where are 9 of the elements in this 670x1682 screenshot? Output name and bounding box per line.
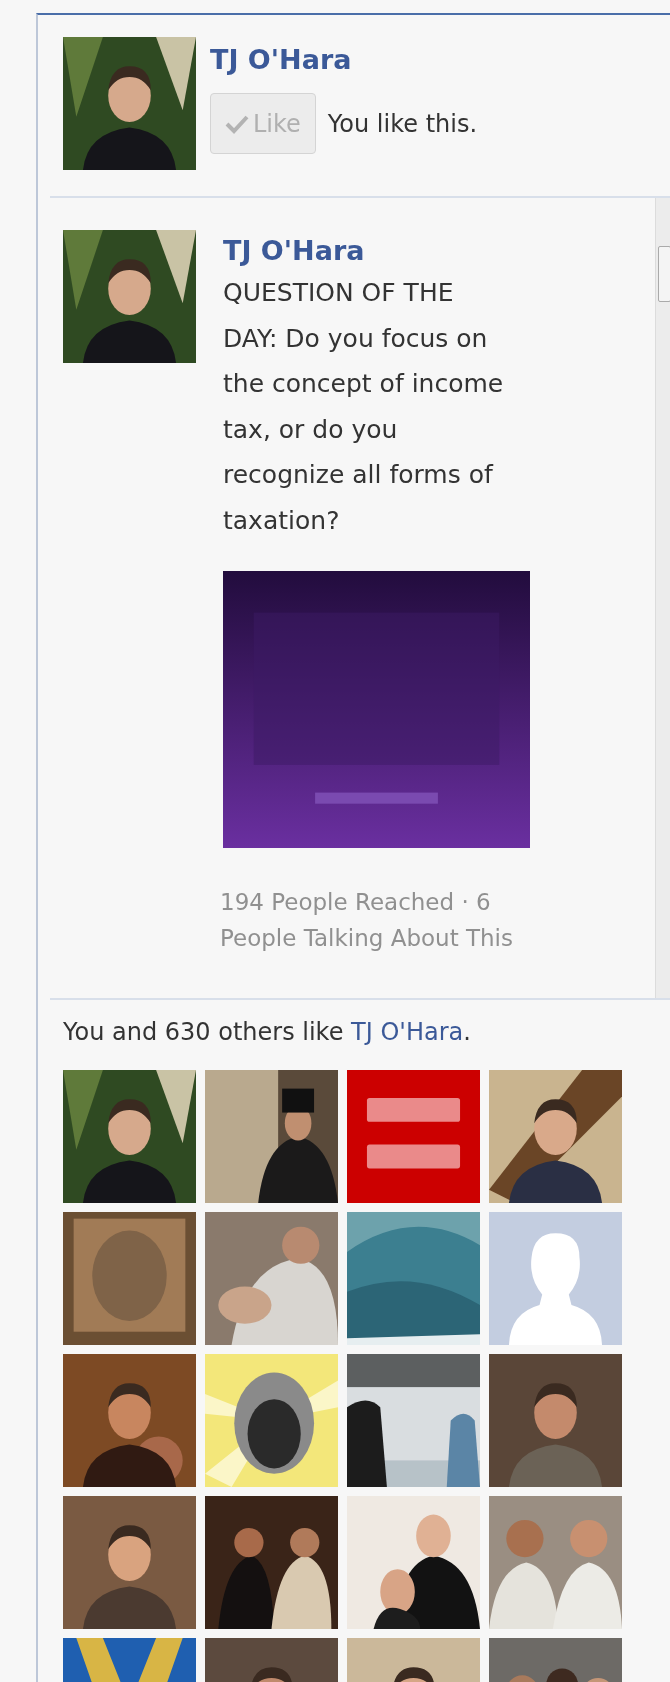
page-link[interactable]: TJ O'Hara (351, 1018, 464, 1046)
likes-summary-text: You and 630 others like TJ O'Hara. (63, 1017, 472, 1048)
post-stats-text: 194 People Reached · 6 People Talking About This (220, 888, 514, 953)
page-name-link[interactable]: TJ O'Hara (210, 43, 478, 77)
post-author-link[interactable]: TJ O'Hara (223, 234, 523, 268)
post-text: QUESTION OF THE DAY: Do you focus on the concept of income tax, or do you recognize all forms of taxation? (223, 277, 505, 537)
like-status-text: You like this. (327, 108, 478, 140)
scrollbar[interactable] (655, 198, 670, 998)
scrollbar-thumb[interactable] (658, 246, 670, 302)
